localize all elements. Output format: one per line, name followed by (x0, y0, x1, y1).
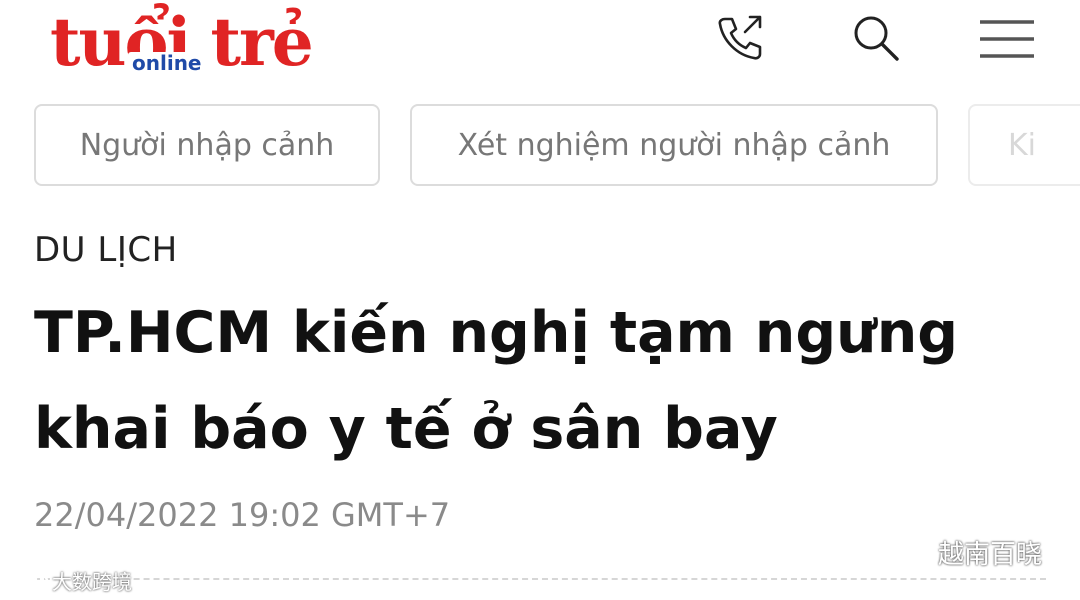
search-icon (854, 16, 899, 61)
tag-chip[interactable]: Xét nghiệm người nhập cảnh (410, 104, 938, 186)
watermark-logo-icon (9, 570, 48, 588)
tuoitre-logo[interactable]: tuổi trẻ online (50, 2, 314, 82)
topic-tags-bar[interactable]: Người nhập cảnh Xét nghiệm người nhập cả… (0, 104, 1080, 188)
menu-button[interactable] (976, 8, 1036, 68)
article-timestamp: 22/04/2022 19:02 GMT+7 (34, 496, 451, 534)
watermark-left-text: 大数跨境 (52, 570, 132, 594)
divider (34, 578, 1046, 580)
hamburger-menu-icon (980, 20, 1034, 58)
wechat-icon (892, 538, 929, 565)
hotline-button[interactable] (710, 8, 770, 68)
phone-icon (718, 15, 762, 60)
site-header: tuổi trẻ online (0, 0, 1080, 100)
logo-sub-text: online (128, 52, 206, 74)
tag-chip[interactable]: Ki (968, 104, 1080, 186)
watermark-right-text: 越南百晓 (938, 540, 1043, 570)
tag-chip[interactable]: Người nhập cảnh (34, 104, 380, 186)
article-title: TP.HCM kiến nghị tạm ngưng khai báo y tế… (34, 300, 959, 462)
article-category[interactable]: DU LỊCH (34, 230, 178, 270)
watermark-left: 大数跨境 (8, 566, 132, 595)
search-button[interactable] (846, 8, 906, 68)
watermark-right: 越南百晓 (892, 534, 1042, 571)
